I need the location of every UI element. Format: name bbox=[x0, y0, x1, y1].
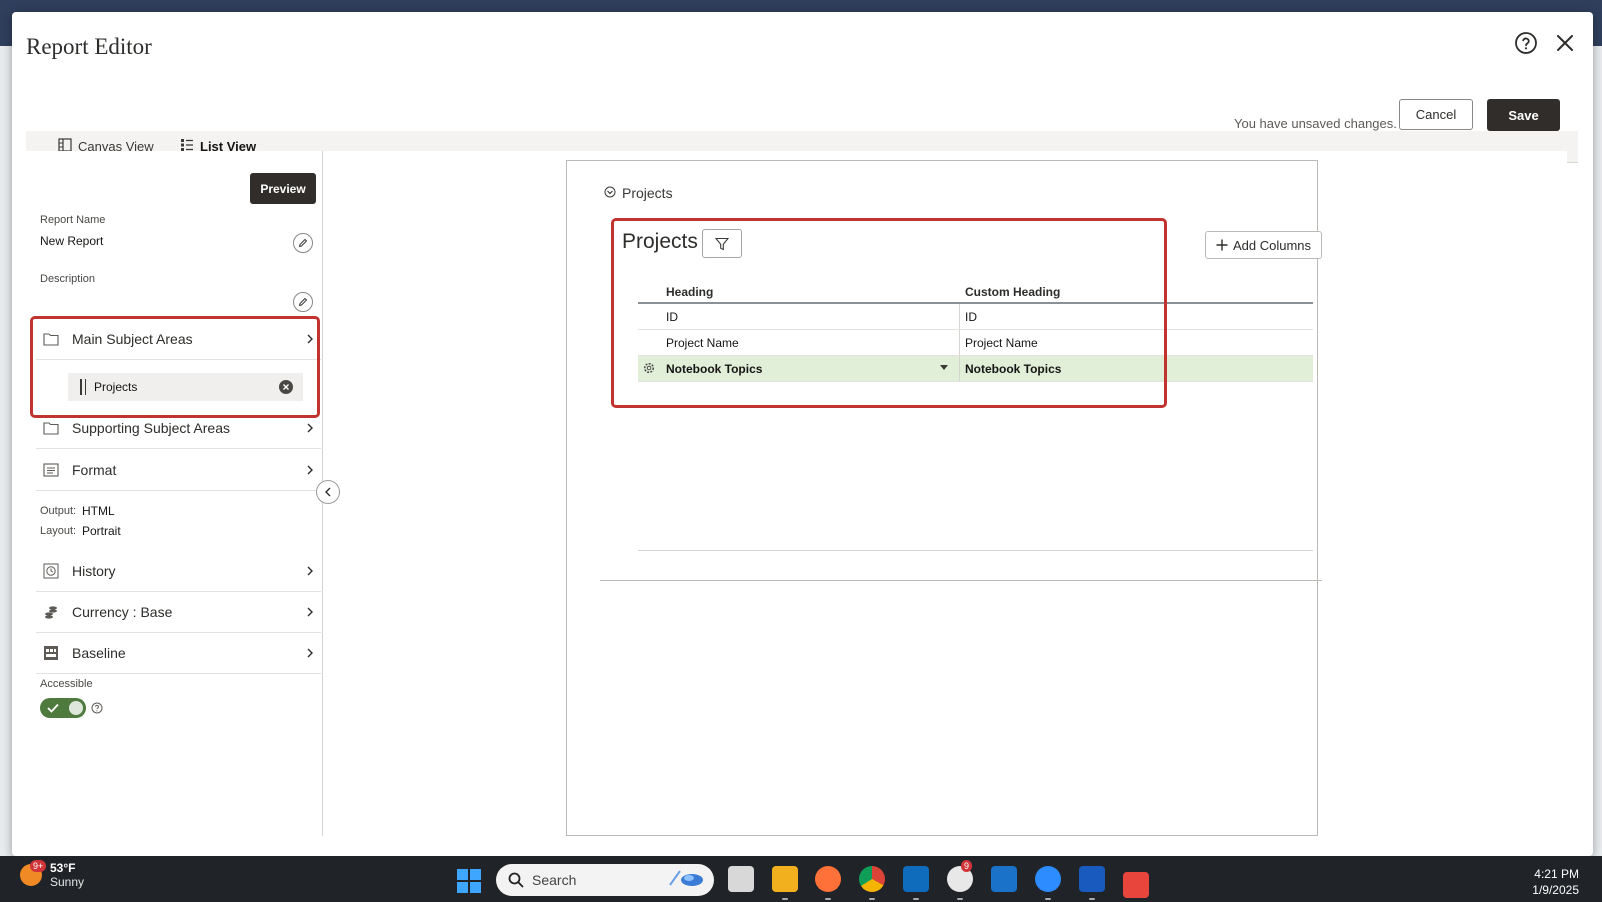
baseline-row[interactable]: Baseline bbox=[36, 633, 321, 674]
add-columns-button[interactable]: Add Columns bbox=[1205, 231, 1322, 259]
help-icon[interactable] bbox=[91, 701, 103, 714]
description-label: Description bbox=[40, 273, 96, 285]
report-settings-panel: Preview Report Name New Report Descripti… bbox=[18, 151, 329, 836]
report-name-value: New Report bbox=[40, 234, 104, 248]
layout-value: Portrait bbox=[82, 524, 121, 538]
row-label: Baseline bbox=[72, 645, 126, 661]
format-row[interactable]: Format bbox=[36, 450, 321, 491]
toggle-knob bbox=[69, 701, 83, 715]
chevron-left-icon bbox=[325, 487, 331, 497]
start-menu-icon[interactable] bbox=[457, 869, 481, 893]
output-label: Output: bbox=[40, 505, 77, 517]
word-icon[interactable] bbox=[1079, 866, 1105, 892]
chevron-right-icon bbox=[303, 607, 317, 617]
row-label: History bbox=[72, 563, 116, 579]
highlight-annotation bbox=[611, 218, 1167, 408]
snagit-icon[interactable] bbox=[1123, 872, 1149, 898]
check-icon bbox=[46, 701, 60, 720]
pencil-icon bbox=[298, 297, 308, 307]
collapse-panel-button[interactable] bbox=[316, 480, 340, 504]
dialog-title: Report Editor bbox=[26, 34, 152, 59]
output-value: HTML bbox=[82, 504, 115, 518]
cancel-button[interactable]: Cancel bbox=[1399, 99, 1473, 130]
row-label: Format bbox=[72, 462, 117, 478]
history-row[interactable]: History bbox=[36, 551, 321, 592]
outlook-icon[interactable] bbox=[903, 866, 929, 892]
search-icon bbox=[508, 872, 524, 888]
chrome-icon[interactable] bbox=[859, 866, 885, 892]
windows-taskbar: 9+ 53°F Sunny Search 9 4:21 PM 1/9/2025 bbox=[0, 856, 1602, 902]
history-icon bbox=[42, 562, 60, 580]
divider bbox=[638, 550, 1313, 551]
edit-description-button[interactable] bbox=[293, 292, 313, 312]
format-icon bbox=[42, 461, 60, 479]
highlight-annotation bbox=[30, 316, 320, 418]
folder-icon bbox=[42, 419, 60, 437]
pencil-icon bbox=[298, 238, 308, 248]
temperature: 53°F bbox=[50, 861, 76, 875]
currency-icon bbox=[42, 603, 60, 621]
plus-icon bbox=[1216, 239, 1228, 251]
currency-row[interactable]: Currency : Base bbox=[36, 592, 321, 633]
accessible-toggle[interactable] bbox=[40, 698, 86, 718]
slack-icon[interactable]: 9 bbox=[947, 860, 973, 892]
accessible-label: Accessible bbox=[40, 678, 93, 690]
weather-condition: Sunny bbox=[50, 875, 85, 889]
row-label: Supporting Subject Areas bbox=[72, 420, 230, 436]
clock-date: 1/9/2025 bbox=[1532, 883, 1579, 897]
section-title: Projects bbox=[622, 185, 673, 201]
weather-widget[interactable]: 9+ 53°F Sunny bbox=[20, 860, 85, 889]
help-icon[interactable] bbox=[1513, 30, 1539, 56]
baseline-icon bbox=[42, 644, 60, 662]
search-highlight-icon bbox=[664, 867, 704, 894]
chevron-right-icon bbox=[303, 648, 317, 658]
row-label: Currency : Base bbox=[72, 604, 173, 620]
add-columns-label: Add Columns bbox=[1232, 237, 1312, 253]
layout-label: Layout: bbox=[40, 525, 77, 537]
firefox-icon[interactable] bbox=[815, 866, 841, 892]
clock-time: 4:21 PM bbox=[1534, 867, 1579, 881]
section-header[interactable]: Projects bbox=[604, 185, 673, 201]
chevron-right-icon bbox=[303, 423, 317, 433]
close-icon[interactable] bbox=[1552, 30, 1578, 56]
search-placeholder: Search bbox=[532, 872, 577, 888]
edit-report-name-button[interactable] bbox=[293, 233, 313, 253]
outlook-new-icon[interactable] bbox=[991, 866, 1017, 892]
task-view-icon[interactable] bbox=[728, 866, 754, 892]
notification-badge: 9+ bbox=[30, 860, 47, 872]
report-name-label: Report Name bbox=[40, 214, 106, 226]
unsaved-changes-text: You have unsaved changes. bbox=[1234, 116, 1397, 131]
notification-badge: 9 bbox=[961, 860, 973, 872]
zoom-icon[interactable] bbox=[1035, 866, 1061, 892]
preview-button[interactable]: Preview bbox=[250, 173, 316, 204]
sun-icon: 9+ bbox=[20, 860, 47, 886]
taskbar-search[interactable]: Search bbox=[496, 864, 714, 896]
chevron-right-icon bbox=[303, 465, 317, 475]
chevron-right-icon bbox=[303, 566, 317, 576]
divider bbox=[600, 580, 1322, 581]
file-explorer-icon[interactable] bbox=[772, 866, 798, 892]
save-button[interactable]: Save bbox=[1487, 99, 1560, 131]
collapse-circle-icon[interactable] bbox=[604, 185, 616, 201]
system-clock[interactable]: 4:21 PM 1/9/2025 bbox=[1505, 866, 1579, 898]
